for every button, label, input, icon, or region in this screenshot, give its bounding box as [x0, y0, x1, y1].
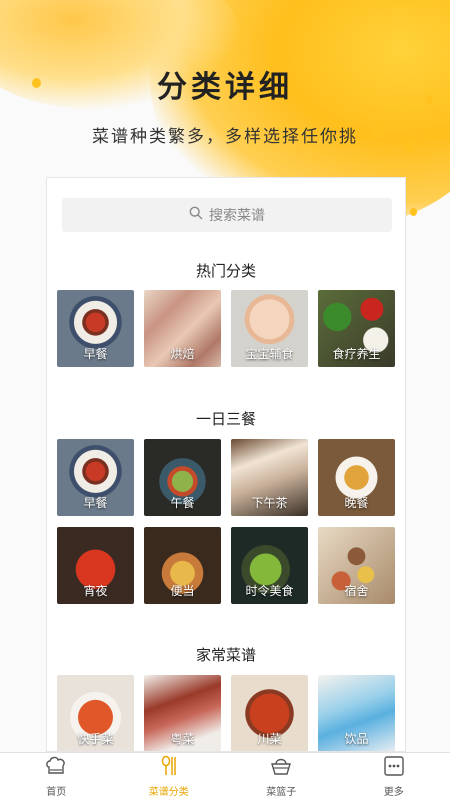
- category-tile-sichuan[interactable]: 川菜: [231, 675, 308, 751]
- page-subtitle: 菜谱种类繁多，多样选择任你挑: [92, 127, 358, 147]
- category-label: 食疗养生: [332, 347, 381, 361]
- category-label: 烘焙: [170, 347, 195, 361]
- grid-three-meals: 早餐 午餐 下午茶 晚餐 宵夜 便当 时令美食 宿舍: [57, 439, 397, 604]
- tab-basket[interactable]: 菜篮子: [225, 753, 338, 800]
- category-tile-afternoon-tea[interactable]: 下午茶: [231, 439, 308, 516]
- tab-label: 菜篮子: [266, 787, 297, 798]
- category-tile-cantonese[interactable]: 粤菜: [144, 675, 221, 751]
- section-title-home-cooking: 家常菜谱: [195, 646, 256, 664]
- category-tile-breakfast[interactable]: 早餐: [57, 290, 134, 367]
- search-icon: [189, 206, 203, 224]
- category-label: 宵夜: [83, 584, 108, 598]
- section-title-hot: 热门分类: [195, 262, 256, 280]
- grid-home-cooking: 快手菜 粤菜 川菜 饮品: [57, 675, 397, 751]
- tab-label: 更多: [383, 787, 404, 798]
- tab-categories[interactable]: 菜谱分类: [113, 753, 226, 800]
- category-tile-breakfast[interactable]: 早餐: [57, 439, 134, 516]
- category-tile-lunch[interactable]: 午餐: [144, 439, 221, 516]
- category-tile-late-snack[interactable]: 宵夜: [57, 527, 134, 604]
- tab-label: 首页: [46, 787, 67, 798]
- category-label: 下午茶: [251, 496, 288, 510]
- basket-icon: [269, 755, 293, 780]
- search-placeholder: 搜索菜谱: [209, 208, 265, 224]
- category-label: 时令美食: [245, 584, 294, 598]
- category-label: 饮品: [344, 732, 369, 746]
- category-label: 便当: [170, 584, 195, 598]
- category-label: 晚餐: [344, 496, 369, 510]
- category-tile-bento[interactable]: 便当: [144, 527, 221, 604]
- spoon-fork-icon: [157, 755, 181, 780]
- search-bar[interactable]: 搜索菜谱: [62, 198, 392, 232]
- tab-label: 菜谱分类: [148, 787, 189, 798]
- category-label: 午餐: [170, 496, 195, 510]
- category-label: 川菜: [257, 732, 282, 746]
- category-tile-dorm[interactable]: 宿舍: [318, 527, 395, 604]
- bottom-tab-bar: 首页 菜谱分类 菜篮子 更多: [0, 752, 450, 800]
- tab-home[interactable]: 首页: [0, 753, 113, 800]
- category-label: 早餐: [83, 347, 108, 361]
- category-card: 搜索菜谱 热门分类 早餐 烘焙 宝宝辅食 食疗养生 一日三餐 早餐 午餐 下午茶…: [46, 177, 406, 752]
- category-tile-quick[interactable]: 快手菜: [57, 675, 134, 751]
- category-label: 粤菜: [170, 732, 195, 746]
- category-label: 早餐: [83, 496, 108, 510]
- category-tile-dinner[interactable]: 晚餐: [318, 439, 395, 516]
- category-tile-baking[interactable]: 烘焙: [144, 290, 221, 367]
- category-tile-seasonal[interactable]: 时令美食: [231, 527, 308, 604]
- category-tile-baby-food[interactable]: 宝宝辅食: [231, 290, 308, 367]
- more-icon: [382, 755, 406, 780]
- category-tile-health[interactable]: 食疗养生: [318, 290, 395, 367]
- section-title-three-meals: 一日三餐: [195, 410, 256, 428]
- category-label: 宝宝辅食: [245, 347, 294, 361]
- category-label: 宿舍: [344, 584, 369, 598]
- chef-hat-icon: [44, 755, 68, 780]
- category-label: 快手菜: [77, 732, 114, 746]
- category-tile-drinks[interactable]: 饮品: [318, 675, 395, 751]
- page-title: 分类详细: [157, 70, 293, 105]
- tab-more[interactable]: 更多: [338, 753, 450, 800]
- grid-hot: 早餐 烘焙 宝宝辅食 食疗养生: [57, 290, 397, 367]
